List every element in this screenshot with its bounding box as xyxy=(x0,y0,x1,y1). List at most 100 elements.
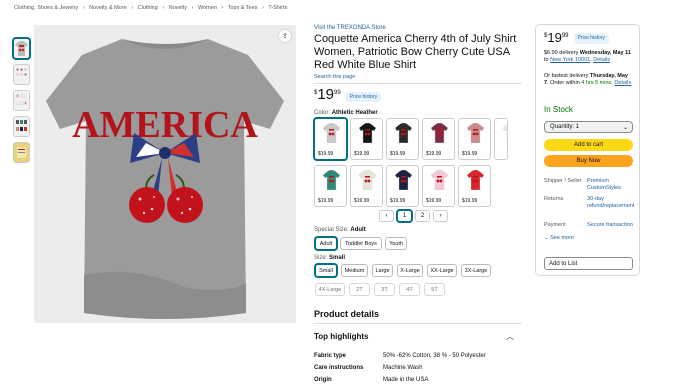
shipper-value[interactable]: Premium CustomStyles xyxy=(587,178,635,192)
buybox-price: $ 19 99 Price history xyxy=(544,31,634,44)
swatch-shirt-icon xyxy=(503,124,507,143)
color-swatch[interactable]: $19.99 xyxy=(314,118,347,160)
breadcrumb-sep: › xyxy=(191,5,194,11)
special-size-option[interactable]: Youth xyxy=(385,237,407,250)
product-price: $ 19 99 Price history xyxy=(314,87,382,102)
pager-page-1[interactable]: 1 xyxy=(397,210,412,222)
color-swatch[interactable] xyxy=(494,118,508,160)
swatch-shirt-icon xyxy=(323,123,340,143)
swatch-shirt-icon xyxy=(359,170,376,190)
fastest-delivery-info: Or fastest delivery Thursday, May 7. Ord… xyxy=(544,73,632,86)
color-selected-value: Athletic Heather xyxy=(331,110,378,116)
size-option[interactable]: Medium xyxy=(341,264,368,277)
breadcrumb-item[interactable]: Clothing, Shoes & Jewelry xyxy=(14,5,78,11)
swatch-shirt-icon xyxy=(431,170,448,190)
size-option[interactable]: 4X-Large xyxy=(315,283,345,296)
product-main-image[interactable]: AMERICA xyxy=(34,25,296,323)
color-label: Color: Athletic Heather xyxy=(314,110,378,116)
thumbnail-list xyxy=(13,38,30,168)
fastest-pre: Or fastest delivery xyxy=(544,73,589,79)
size-option[interactable]: 3T xyxy=(374,283,395,296)
special-size-label-prefix: Special Size: xyxy=(314,227,349,233)
swatch-price: $19.99 xyxy=(354,151,370,157)
color-swatch[interactable]: $19.99 xyxy=(386,118,419,160)
size-option[interactable]: 2T xyxy=(349,283,370,296)
thumbnail-2[interactable] xyxy=(13,64,30,85)
swatch-shirt-icon xyxy=(467,170,484,190)
color-swatch[interactable]: $19.99 xyxy=(386,165,419,207)
breadcrumb-item[interactable]: Tops & Tees xyxy=(228,5,258,11)
swatch-pager: ‹ 1 2 › xyxy=(379,210,448,222)
quantity-select[interactable]: Quantity: 1 ⌄ xyxy=(544,121,633,133)
thumbnail-5[interactable] xyxy=(13,142,30,163)
size-option[interactable]: XX-Large xyxy=(427,264,457,277)
spec-value: 50% -62% Cotton, 38 % - 50 Polyester xyxy=(383,353,486,359)
breadcrumb-sep: › xyxy=(221,5,224,11)
order-time: 4 hrs 5 mins xyxy=(581,80,612,86)
pager-next-button[interactable]: › xyxy=(433,210,448,222)
spec-value: Machine Wash xyxy=(383,365,423,371)
color-swatch[interactable]: $19.99 xyxy=(458,118,491,160)
see-more-label: See more xyxy=(550,235,574,241)
size-option[interactable]: X-Large xyxy=(397,264,423,277)
breadcrumb-item[interactable]: Women xyxy=(198,5,217,11)
color-swatch[interactable]: $19.99 xyxy=(314,165,347,207)
size-option[interactable]: Large xyxy=(372,264,393,277)
price-history-badge[interactable]: Price history xyxy=(345,92,382,102)
pager-prev-button[interactable]: ‹ xyxy=(379,210,394,222)
chevron-up-icon[interactable]: ︿ xyxy=(506,331,514,342)
special-size-option[interactable]: Adult xyxy=(315,237,337,250)
breadcrumb-sep: › xyxy=(162,5,165,11)
size-option[interactable]: 3X-Large xyxy=(461,264,491,277)
thumbnail-1[interactable] xyxy=(13,38,30,59)
pager-page-2[interactable]: 2 xyxy=(415,210,430,222)
thumbnail-4[interactable] xyxy=(13,116,30,137)
breadcrumb-item[interactable]: T-Shirts xyxy=(268,5,287,11)
swatch-price: $19.99 xyxy=(426,198,442,204)
returns-label: Returns xyxy=(544,196,564,202)
spec-key: Care instructions xyxy=(314,365,364,371)
size-label-prefix: Size: xyxy=(314,255,328,261)
swatch-price: $19.99 xyxy=(462,198,478,204)
search-page-link[interactable]: Search this page xyxy=(314,74,355,80)
buy-now-button[interactable]: Buy Now xyxy=(544,155,633,167)
quantity-label: Quantity: 1 xyxy=(550,124,580,130)
color-swatch[interactable]: $19.99 xyxy=(422,118,455,160)
share-icon[interactable]: ⇪ xyxy=(279,30,291,42)
buybox-price-fraction: 99 xyxy=(561,33,569,39)
breadcrumb-item[interactable]: Novelty & More xyxy=(89,5,127,11)
size-option[interactable]: Small xyxy=(315,264,337,277)
fastest-details-link[interactable]: Details xyxy=(614,80,631,86)
price-fraction: 99 xyxy=(334,90,341,96)
chevron-down-icon: ⌄ xyxy=(622,124,628,131)
thumbnail-3[interactable] xyxy=(13,90,30,111)
buybox-price-history-badge[interactable]: Price history xyxy=(573,33,610,44)
add-to-list-button[interactable]: Add to List xyxy=(544,257,633,270)
color-swatch[interactable]: $19.99 xyxy=(422,165,455,207)
spec-key: Fabric type xyxy=(314,353,347,359)
breadcrumb-item[interactable]: Clothing xyxy=(138,5,158,11)
returns-value[interactable]: 30-day refund/replacement xyxy=(587,196,635,210)
breadcrumb-item[interactable]: Novelty xyxy=(169,5,187,11)
size-option[interactable]: 4T xyxy=(399,283,420,296)
payment-value[interactable]: Secure transaction xyxy=(587,222,635,229)
swatch-shirt-icon xyxy=(395,170,412,190)
payment-label: Payment xyxy=(544,222,566,228)
see-more-link[interactable]: ⌄ See more xyxy=(544,235,574,241)
swatch-price: $19.99 xyxy=(390,151,406,157)
breadcrumb-sep: › xyxy=(262,5,264,11)
top-highlights-heading[interactable]: Top highlights xyxy=(314,332,369,341)
breadcrumb-sep: › xyxy=(131,5,134,11)
delivery-details-link[interactable]: Details xyxy=(593,57,610,63)
store-link[interactable]: Visit the TREXONDA Store xyxy=(314,25,386,31)
cherry-left xyxy=(129,187,165,223)
color-swatch[interactable]: $19.99 xyxy=(458,165,491,207)
swatch-shirt-icon xyxy=(395,123,412,143)
delivery-location-link[interactable]: New York 10001 xyxy=(550,57,590,63)
special-size-option[interactable]: Toddler Boys xyxy=(340,237,382,250)
color-swatch[interactable]: $19.99 xyxy=(350,165,383,207)
color-swatch[interactable]: $19.99 xyxy=(350,118,383,160)
size-option[interactable]: 5T xyxy=(424,283,445,296)
spec-key: Origin xyxy=(314,377,332,383)
add-to-cart-button[interactable]: Add to cart xyxy=(544,139,633,151)
